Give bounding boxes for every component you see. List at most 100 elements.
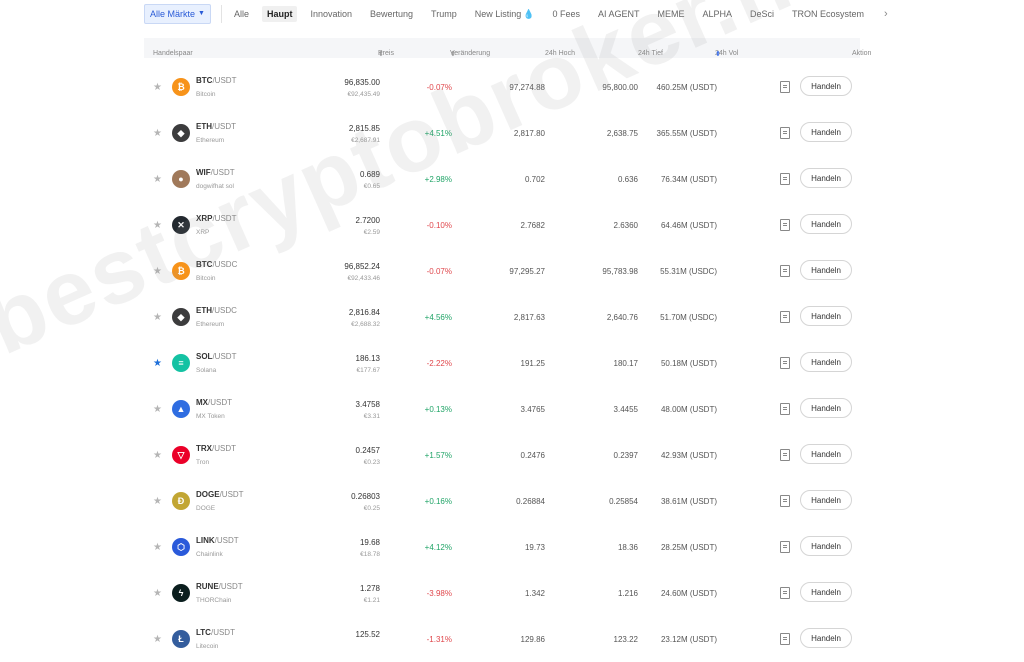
table-row[interactable]: ★ ◆ ETH/USDC Ethereum 2,816.84 €2,688.32… (144, 294, 860, 340)
trade-button[interactable]: Handeln (800, 490, 852, 510)
trade-button[interactable]: Handeln (800, 582, 852, 602)
table-row[interactable]: ★ ₿ BTC/USDT Bitcoin 96,835.00 €92,435.4… (144, 64, 860, 110)
price-eur: €92,433.46 (347, 275, 380, 282)
trade-button[interactable]: Handeln (800, 260, 852, 280)
table-row[interactable]: ★ ≡ SOL/USDT Solana 186.13 €177.67 -2.22… (144, 340, 860, 386)
table-row[interactable]: ★ Ł LTC/USDT Litecoin 125.52 -1.31% 129.… (144, 616, 860, 662)
document-icon[interactable] (780, 311, 790, 323)
pair-label[interactable]: XRP/USDT (196, 214, 236, 223)
tab-tron-ecosystem[interactable]: TRON Ecosystem (792, 9, 864, 19)
trade-button[interactable]: Handeln (800, 76, 852, 96)
document-icon[interactable] (780, 265, 790, 277)
trade-button[interactable]: Handeln (800, 306, 852, 326)
bitcoin-icon: ₿ (172, 78, 190, 96)
coin-name: Litecoin (196, 643, 219, 650)
volume-24h: 42.93M (USDT) (660, 451, 717, 460)
document-icon[interactable] (780, 81, 790, 93)
table-row[interactable]: ★ ◆ ETH/USDT Ethereum 2,815.85 €2,687.91… (144, 110, 860, 156)
volume-24h: 28.25M (USDT) (660, 543, 717, 552)
favorite-star-icon[interactable]: ★ (153, 128, 162, 139)
table-row[interactable]: ★ ● WIF/USDT dogwifhat sol 0.689 €0.65 +… (144, 156, 860, 202)
favorite-star-icon[interactable]: ★ (153, 82, 162, 93)
pair-label[interactable]: MX/USDT (196, 398, 232, 407)
pair-label[interactable]: ETH/USDC (196, 306, 237, 315)
tab-haupt[interactable]: Haupt (261, 6, 298, 22)
trade-button[interactable]: Handeln (800, 168, 852, 188)
favorite-star-icon[interactable]: ★ (153, 312, 162, 323)
pair-label[interactable]: LTC/USDT (196, 628, 235, 637)
table-row[interactable]: ★ ✕ XRP/USDT XRP 2.7200 €2.59 -0.10% 2.7… (144, 202, 860, 248)
tab-desci[interactable]: DeSci (750, 9, 774, 19)
tab-bewertung[interactable]: Bewertung (370, 9, 413, 19)
document-icon[interactable] (780, 495, 790, 507)
document-icon[interactable] (780, 403, 790, 415)
pair-label[interactable]: RUNE/USDT (196, 582, 243, 591)
favorite-star-icon[interactable]: ★ (153, 496, 162, 507)
volume-24h: 51.70M (USDC) (660, 313, 717, 322)
document-icon[interactable] (780, 219, 790, 231)
document-icon[interactable] (780, 449, 790, 461)
trade-button[interactable]: Handeln (800, 214, 852, 234)
table-row[interactable]: ★ ▲ MX/USDT MX Token 3.4758 €3.31 +0.13%… (144, 386, 860, 432)
document-icon[interactable] (780, 633, 790, 645)
tab-innovation[interactable]: Innovation (310, 9, 352, 19)
high-24h: 19.73 (524, 543, 545, 552)
tab-ai-agent[interactable]: AI AGENT (598, 9, 640, 19)
volume-24h: 48.00M (USDT) (660, 405, 717, 414)
favorite-star-icon[interactable]: ★ (153, 266, 162, 277)
table-row[interactable]: ★ Ð DOGE/USDT DOGE 0.26803 €0.25 +0.16% … (144, 478, 860, 524)
table-row[interactable]: ★ ϟ RUNE/USDT THORChain 1.278 €1.21 -3.9… (144, 570, 860, 616)
tab-meme[interactable]: MEME (658, 9, 685, 19)
favorite-star-icon[interactable]: ★ (153, 404, 162, 415)
volume-24h: 24.60M (USDT) (660, 589, 717, 598)
pair-label[interactable]: BTC/USDT (196, 76, 236, 85)
tab-alle[interactable]: Alle (234, 9, 249, 19)
trade-button[interactable]: Handeln (800, 444, 852, 464)
trade-button[interactable]: Handeln (800, 628, 852, 648)
sort-icon: ⬍ (715, 51, 721, 58)
trade-button[interactable]: Handeln (800, 536, 852, 556)
mx-token-icon: ▲ (172, 400, 190, 418)
pair-label[interactable]: ETH/USDT (196, 122, 236, 131)
pair-label[interactable]: TRX/USDT (196, 444, 236, 453)
table-row[interactable]: ★ ₿ BTC/USDC Bitcoin 96,852.24 €92,433.4… (144, 248, 860, 294)
pair-label[interactable]: DOGE/USDT (196, 490, 244, 499)
trade-button[interactable]: Handeln (800, 352, 852, 372)
change-percent: +1.57% (424, 451, 452, 460)
trade-button[interactable]: Handeln (800, 398, 852, 418)
favorite-star-icon[interactable]: ★ (153, 220, 162, 231)
price: 96,852.24 (344, 262, 380, 271)
pair-label[interactable]: SOL/USDT (196, 352, 236, 361)
tab-new-listing[interactable]: New Listing 💧 (475, 9, 535, 20)
document-icon[interactable] (780, 357, 790, 369)
tab-0-fees[interactable]: 0 Fees (552, 9, 580, 19)
trade-button[interactable]: Handeln (800, 122, 852, 142)
document-icon[interactable] (780, 127, 790, 139)
high-24h: 191.25 (520, 359, 545, 368)
document-icon[interactable] (780, 587, 790, 599)
table-row[interactable]: ★ ⬡ LINK/USDT Chainlink 19.68 €18.78 +4.… (144, 524, 860, 570)
favorite-star-icon[interactable]: ★ (153, 174, 162, 185)
favorite-star-icon[interactable]: ★ (153, 358, 162, 369)
favorite-star-icon[interactable]: ★ (153, 588, 162, 599)
volume-24h: 76.34M (USDT) (660, 175, 717, 184)
pair-label[interactable]: WIF/USDT (196, 168, 235, 177)
pair-label[interactable]: BTC/USDC (196, 260, 237, 269)
document-icon[interactable] (780, 173, 790, 185)
bitcoin-icon: ₿ (172, 262, 190, 280)
tab-trump[interactable]: Trump (431, 9, 457, 19)
favorite-star-icon[interactable]: ★ (153, 450, 162, 461)
price: 186.13 (355, 354, 380, 363)
favorite-star-icon[interactable]: ★ (153, 542, 162, 553)
tab-divider (220, 5, 222, 23)
all-markets-dropdown[interactable]: Alle Märkte ▼ (144, 4, 211, 24)
chevron-right-icon[interactable]: › (884, 8, 888, 20)
document-icon[interactable] (780, 541, 790, 553)
table-row[interactable]: ★ ▽ TRX/USDT Tron 0.2457 €0.23 +1.57% 0.… (144, 432, 860, 478)
pair-label[interactable]: LINK/USDT (196, 536, 239, 545)
market-tabs: Alle Märkte ▼ Alle Haupt Innovation Bewe… (144, 4, 888, 24)
tab-alpha[interactable]: ALPHA (703, 9, 733, 19)
change-percent: +4.56% (424, 313, 452, 322)
change-percent: +0.13% (424, 405, 452, 414)
price-eur: €2,687.91 (351, 137, 380, 144)
